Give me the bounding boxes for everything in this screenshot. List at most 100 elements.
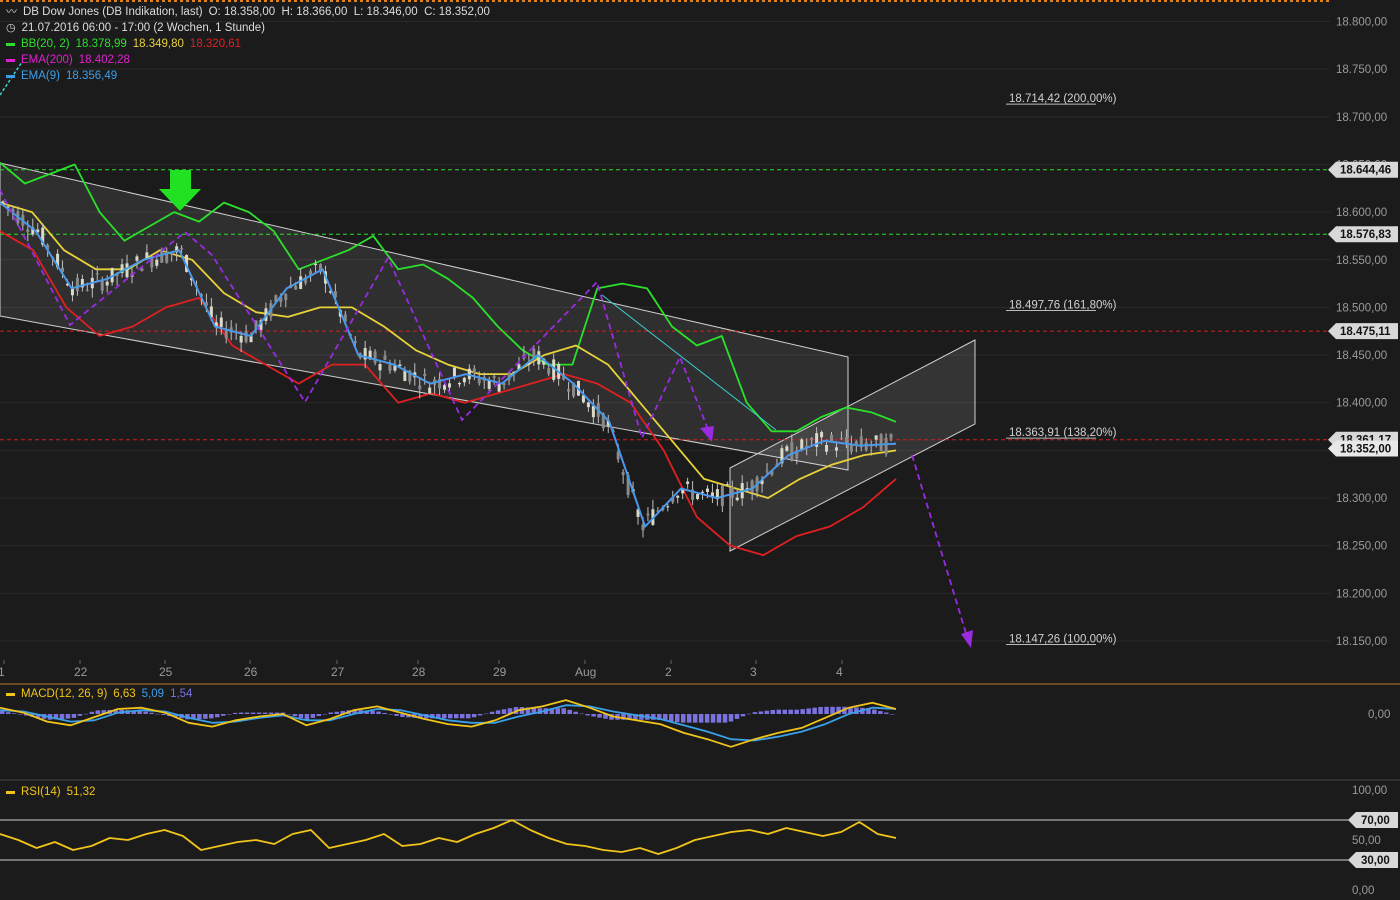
macd-histogram-bar (388, 714, 393, 715)
price-tick-label: 18.700,00 (1336, 112, 1387, 124)
macd-histogram-bar (669, 714, 674, 722)
candle-body (586, 402, 590, 408)
candle-body (710, 492, 714, 497)
candle-body (765, 470, 769, 472)
macd-histogram-bar (155, 713, 160, 715)
ohlc-readout: O: 18.358,00 H: 18.366,00 L: 18.346,00 C… (208, 6, 490, 18)
macd-histogram-bar (5, 712, 11, 714)
candle-body (224, 330, 228, 339)
macd-histogram-bar (298, 714, 304, 718)
macd-histogram-bar (686, 714, 692, 723)
macd-histogram-bar (286, 714, 292, 715)
macd-histogram-bar (770, 709, 776, 714)
macd-histogram-bar (782, 709, 788, 714)
candle-body (676, 495, 680, 498)
level-tag-label: 18.475,11 (1340, 326, 1391, 338)
candle-body (666, 506, 670, 508)
macd-histogram-bar (734, 714, 740, 719)
candle-body (477, 378, 481, 384)
macd-histogram-bar (322, 714, 328, 715)
chart-legend: 〰 DB Dow Jones (DB Indikation, last) O: … (6, 4, 490, 84)
macd-legend[interactable]: MACD(12, 26, 9) 6,63 5,09 1,54 (6, 688, 192, 700)
macd-hist-value: 1,54 (170, 688, 193, 700)
macd-histogram-bar (824, 706, 829, 714)
x-tick-label: 28 (412, 665, 426, 679)
x-tick-label: 2 (665, 665, 672, 679)
candle-body (1, 201, 5, 203)
macd-histogram-bar (334, 711, 340, 714)
macd-histogram-bar (11, 713, 17, 714)
macd-histogram-bar (0, 711, 5, 714)
price-tick-label: 18.250,00 (1336, 541, 1387, 553)
candle-body (497, 384, 501, 392)
candle-body (686, 481, 690, 484)
macd-histogram-bar (692, 714, 698, 723)
price-tick-label: 18.300,00 (1336, 493, 1387, 505)
rsi-legend[interactable]: RSI(14) 51,32 (6, 786, 95, 798)
price-tick-label: 18.150,00 (1336, 636, 1387, 648)
candle-body (244, 331, 248, 342)
bb-label: BB(20, 2) (21, 38, 70, 50)
chart-line-icon: 〰 (6, 6, 17, 18)
candle-body (135, 256, 139, 261)
candle-body (830, 434, 834, 441)
candle-body (874, 435, 878, 440)
macd-histogram-bar (567, 709, 572, 714)
rsi-line (0, 819, 897, 855)
x-tick-label: 27 (331, 665, 345, 679)
candle-body (884, 437, 888, 454)
ema9-label: EMA(9) (21, 70, 60, 82)
ema200-label: EMA(200) (21, 54, 73, 66)
rsi-value: 51,32 (66, 786, 96, 798)
candle-body (95, 273, 99, 275)
candle-body (701, 491, 705, 493)
macd-histogram-bar (394, 714, 399, 716)
candle-body (834, 447, 838, 451)
macd-histogram-bar (442, 714, 447, 719)
candle-body (299, 276, 303, 289)
level-price-tag: 18.576,83 (1328, 226, 1398, 243)
candle-body (428, 387, 432, 394)
candle-body (75, 277, 79, 292)
bb-swatch (6, 42, 15, 46)
projection-arrowhead (961, 630, 973, 648)
macd-histogram-bar (203, 714, 208, 719)
fib-label: 18.714,42 (200,00%) (1009, 93, 1117, 105)
level-price-tag: 18.352,00 (1328, 440, 1398, 457)
macd-histogram-bar (382, 712, 387, 714)
candle-body (145, 252, 149, 259)
ema9-swatch (6, 74, 15, 78)
level-tag-label: 18.644,46 (1340, 165, 1391, 177)
candle-body (472, 368, 476, 374)
candle-body (790, 442, 794, 461)
macd-histogram-bar (698, 714, 704, 723)
macd-histogram-bar (453, 714, 459, 719)
macd-histogram-bar (818, 706, 823, 714)
macd-histogram-bar (232, 712, 238, 714)
macd-histogram-bar (292, 714, 298, 717)
legend-ema200[interactable]: EMA(200) 18.402,28 (6, 52, 490, 68)
candle-body (180, 247, 184, 250)
macd-histogram-bar (268, 712, 274, 714)
candle-body (800, 439, 804, 450)
candle-body (889, 434, 893, 439)
macd-histogram-bar (806, 708, 811, 714)
legend-bb[interactable]: BB(20, 2) 18.378,99 18.349,80 18.320,61 (6, 36, 490, 52)
macd-histogram-bar (495, 710, 501, 714)
candle-body (388, 364, 392, 371)
fib-label: 18.497,76 (161,80%) (1009, 300, 1117, 312)
candle-body (219, 317, 223, 327)
candle-body (452, 367, 456, 377)
macd-histogram-bar (328, 712, 334, 714)
macd-histogram-bar (579, 713, 584, 715)
level-price-tag: 18.475,11 (1328, 323, 1398, 340)
macd-histogram-bar (244, 712, 250, 714)
macd-histogram-bar (143, 711, 148, 714)
candle-body (591, 405, 595, 418)
candle-body (85, 289, 89, 291)
macd-histogram-bar (728, 714, 734, 722)
candle-body (825, 444, 829, 452)
legend-ema9[interactable]: EMA(9) 18.356,49 (6, 68, 490, 84)
macd-histogram-bar (83, 713, 89, 715)
candle-body (646, 513, 650, 516)
